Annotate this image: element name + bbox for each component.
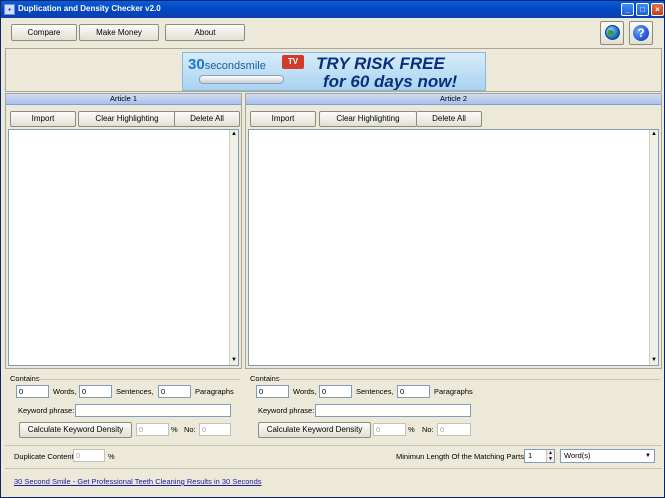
min-length-label: Minimun Length Of the Matching Parts = [396,452,531,461]
toothbrush-image [199,75,284,84]
keyword-phrase-label: Keyword phrase: [18,406,75,415]
paragraphs-label: Paragraphs [434,387,473,396]
minimize-button[interactable]: _ [621,3,634,16]
scroll-up-icon[interactable]: ▲ [650,130,658,139]
keyword-phrase-label: Keyword phrase: [258,406,315,415]
sentences-count-field[interactable]: 0 [79,385,112,398]
title-bar: ▪ Duplication and Density Checker v2.0 _… [1,1,664,18]
about-button[interactable]: About [165,24,245,41]
occurrences-field: 0 [199,423,231,436]
words-count-field[interactable]: 0 [16,385,49,398]
globe-icon [605,25,620,40]
sponsor-link[interactable]: 30 Second Smile - Get Professional Teeth… [14,477,262,486]
min-length-value: 1 [528,451,533,460]
length-unit-select[interactable]: Word(s) ▼ [560,449,655,463]
banner-headline: TRY RISK FREE [316,54,445,73]
article2-scrollbar[interactable]: ▲ ▼ [649,130,658,365]
article2-delete-all-button[interactable]: Delete All [416,111,482,127]
length-unit-value: Word(s) [564,451,591,460]
words-label: Words, [53,387,77,396]
banner-area: 30secondsmile TV TRY RISK FREE for 60 da… [5,48,662,92]
contains-label: Contains [250,374,280,383]
banner-logo-number: 30 [188,56,205,73]
sentences-count-field[interactable]: 0 [319,385,352,398]
sentences-label: Sentences, [116,387,154,396]
paragraphs-count-field[interactable]: 0 [158,385,191,398]
banner-subheadline: for 60 days now! [323,72,458,91]
help-button[interactable]: ? [629,21,653,45]
sentences-label: Sentences, [356,387,394,396]
options-row: Duplicate Content 0 % Minimun Length Of … [5,445,662,465]
occurrences-field: 0 [437,423,471,436]
scroll-up-icon[interactable]: ▲ [230,130,238,139]
paragraphs-count-field[interactable]: 0 [397,385,430,398]
no-label: No: [422,425,434,434]
article2-stats: Contains 0 Words, 0 Sentences, 0 Paragra… [245,372,662,441]
density-result-field: 0 [136,423,169,436]
banner-logo-word: secondsmile [204,60,266,72]
no-label: No: [184,425,196,434]
scroll-down-icon[interactable]: ▼ [650,356,658,365]
words-count-field[interactable]: 0 [256,385,289,398]
min-length-spinner[interactable]: 1 ▲ ▼ [524,449,555,463]
percent-label: % [408,425,415,434]
article2-text-area[interactable]: ▲ ▼ [248,129,659,366]
words-label: Words, [293,387,317,396]
scroll-down-icon[interactable]: ▼ [230,356,238,365]
calculate-keyword-density-button[interactable]: Calculate Keyword Density [258,422,371,438]
make-money-button[interactable]: Make Money [79,24,159,41]
ad-banner[interactable]: 30secondsmile TV TRY RISK FREE for 60 da… [182,52,486,91]
article1-header: Article 1 [6,94,241,105]
compare-button[interactable]: Compare [11,24,77,41]
help-icon: ? [633,25,649,41]
article2-header: Article 2 [246,94,661,105]
keyword-phrase-input[interactable] [75,404,231,417]
maximize-button[interactable]: □ [636,3,649,16]
article1-panel: Article 1 Import Clear Highlighting Dele… [5,93,242,369]
keyword-phrase-input[interactable] [315,404,471,417]
article2-panel: Article 2 Import Clear Highlighting Dele… [245,93,662,369]
spinner-arrows-icon[interactable]: ▲ ▼ [546,450,554,462]
app-window: ▪ Duplication and Density Checker v2.0 _… [0,0,665,498]
footer: 30 Second Smile - Get Professional Teeth… [5,468,662,495]
duplicate-content-label: Duplicate Content [14,452,74,461]
calculate-keyword-density-button[interactable]: Calculate Keyword Density [19,422,132,438]
window-title: Duplication and Density Checker v2.0 [18,4,161,13]
globe-button[interactable] [600,21,624,45]
top-toolbar: Compare Make Money About ? [2,19,663,49]
article1-scrollbar[interactable]: ▲ ▼ [229,130,238,365]
duplicate-percent-label: % [108,452,115,461]
duplicate-content-field: 0 [73,449,105,462]
article1-delete-all-button[interactable]: Delete All [174,111,240,127]
paragraphs-label: Paragraphs [195,387,234,396]
density-result-field: 0 [373,423,406,436]
close-button[interactable]: × [651,3,664,16]
article1-text-area[interactable]: ▲ ▼ [8,129,239,366]
article2-import-button[interactable]: Import [250,111,316,127]
chevron-down-icon[interactable]: ▼ [643,450,653,462]
article1-clear-highlighting-button[interactable]: Clear Highlighting [78,111,176,127]
group-divider [278,379,660,380]
tv-badge: TV [282,55,304,69]
percent-label: % [171,425,178,434]
banner-logo: 30secondsmile [188,56,266,73]
article1-import-button[interactable]: Import [10,111,76,127]
article2-clear-highlighting-button[interactable]: Clear Highlighting [319,111,417,127]
contains-label: Contains [10,374,40,383]
article1-stats: Contains 0 Words, 0 Sentences, 0 Paragra… [5,372,242,441]
app-icon: ▪ [4,4,15,15]
group-divider [38,379,240,380]
